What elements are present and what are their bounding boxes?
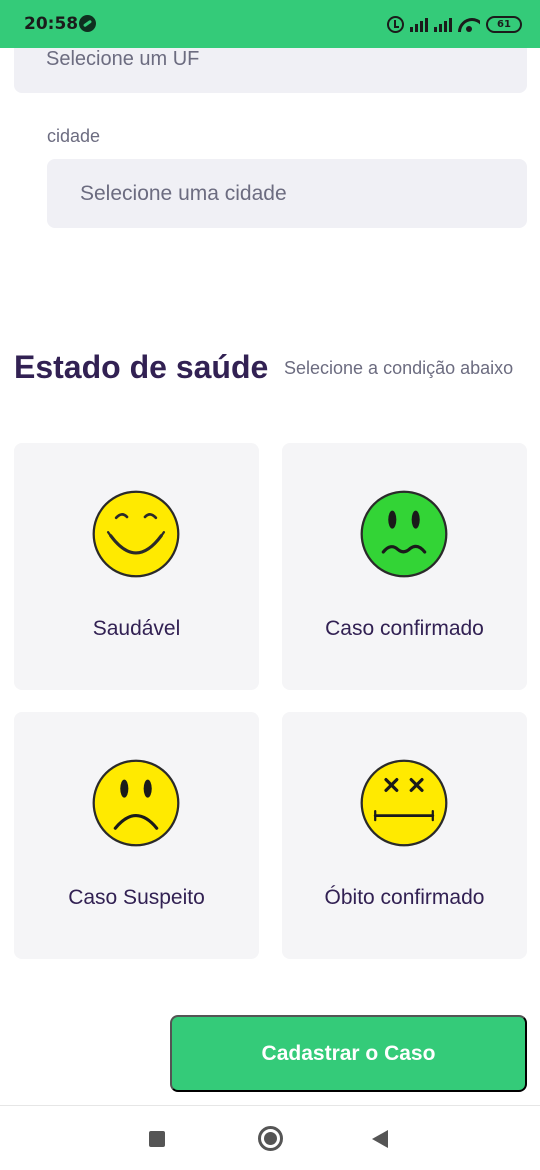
signal-roaming-icon [434,16,452,32]
option-card-caso-confirmado[interactable]: Caso confirmado [282,443,527,690]
status-icons: 61 [387,12,522,36]
city-select[interactable]: Selecione uma cidade [47,159,527,228]
wifi-icon [458,16,480,32]
status-time: 20:58 [24,14,79,34]
section-subtitle: Selecione a condição abaixo [284,358,514,378]
sick-face-icon [360,490,448,578]
uf-select-placeholder: Selecione um UF [46,48,200,70]
option-label: Saudável [92,617,181,640]
uf-select[interactable]: Selecione um UF [14,48,527,93]
section-title: Estado de saúde [14,349,269,385]
option-card-caso-suspeito[interactable]: Caso Suspeito [14,712,259,959]
dead-face-icon [360,759,448,847]
battery-icon: 61 [486,15,522,33]
alarm-icon [387,15,404,33]
sad-face-icon [92,759,180,847]
app-notification-icon [79,15,96,32]
home-icon[interactable] [258,1126,283,1151]
navigation-bar [0,1105,540,1170]
option-label: Óbito confirmado [324,886,485,909]
option-card-obito-confirmado[interactable]: Óbito confirmado [282,712,527,959]
option-card-saudavel[interactable]: Saudável [14,443,259,690]
signal-icon [410,16,428,32]
submit-button[interactable]: Cadastrar o Caso [170,1015,527,1092]
back-icon[interactable] [372,1130,388,1148]
option-label: Caso confirmado [325,617,484,640]
recents-icon[interactable] [149,1131,165,1147]
option-label: Caso Suspeito [68,886,205,909]
city-label: cidade [47,126,101,146]
happy-face-icon [92,490,180,578]
status-bar: 20:58 61 [0,0,540,48]
